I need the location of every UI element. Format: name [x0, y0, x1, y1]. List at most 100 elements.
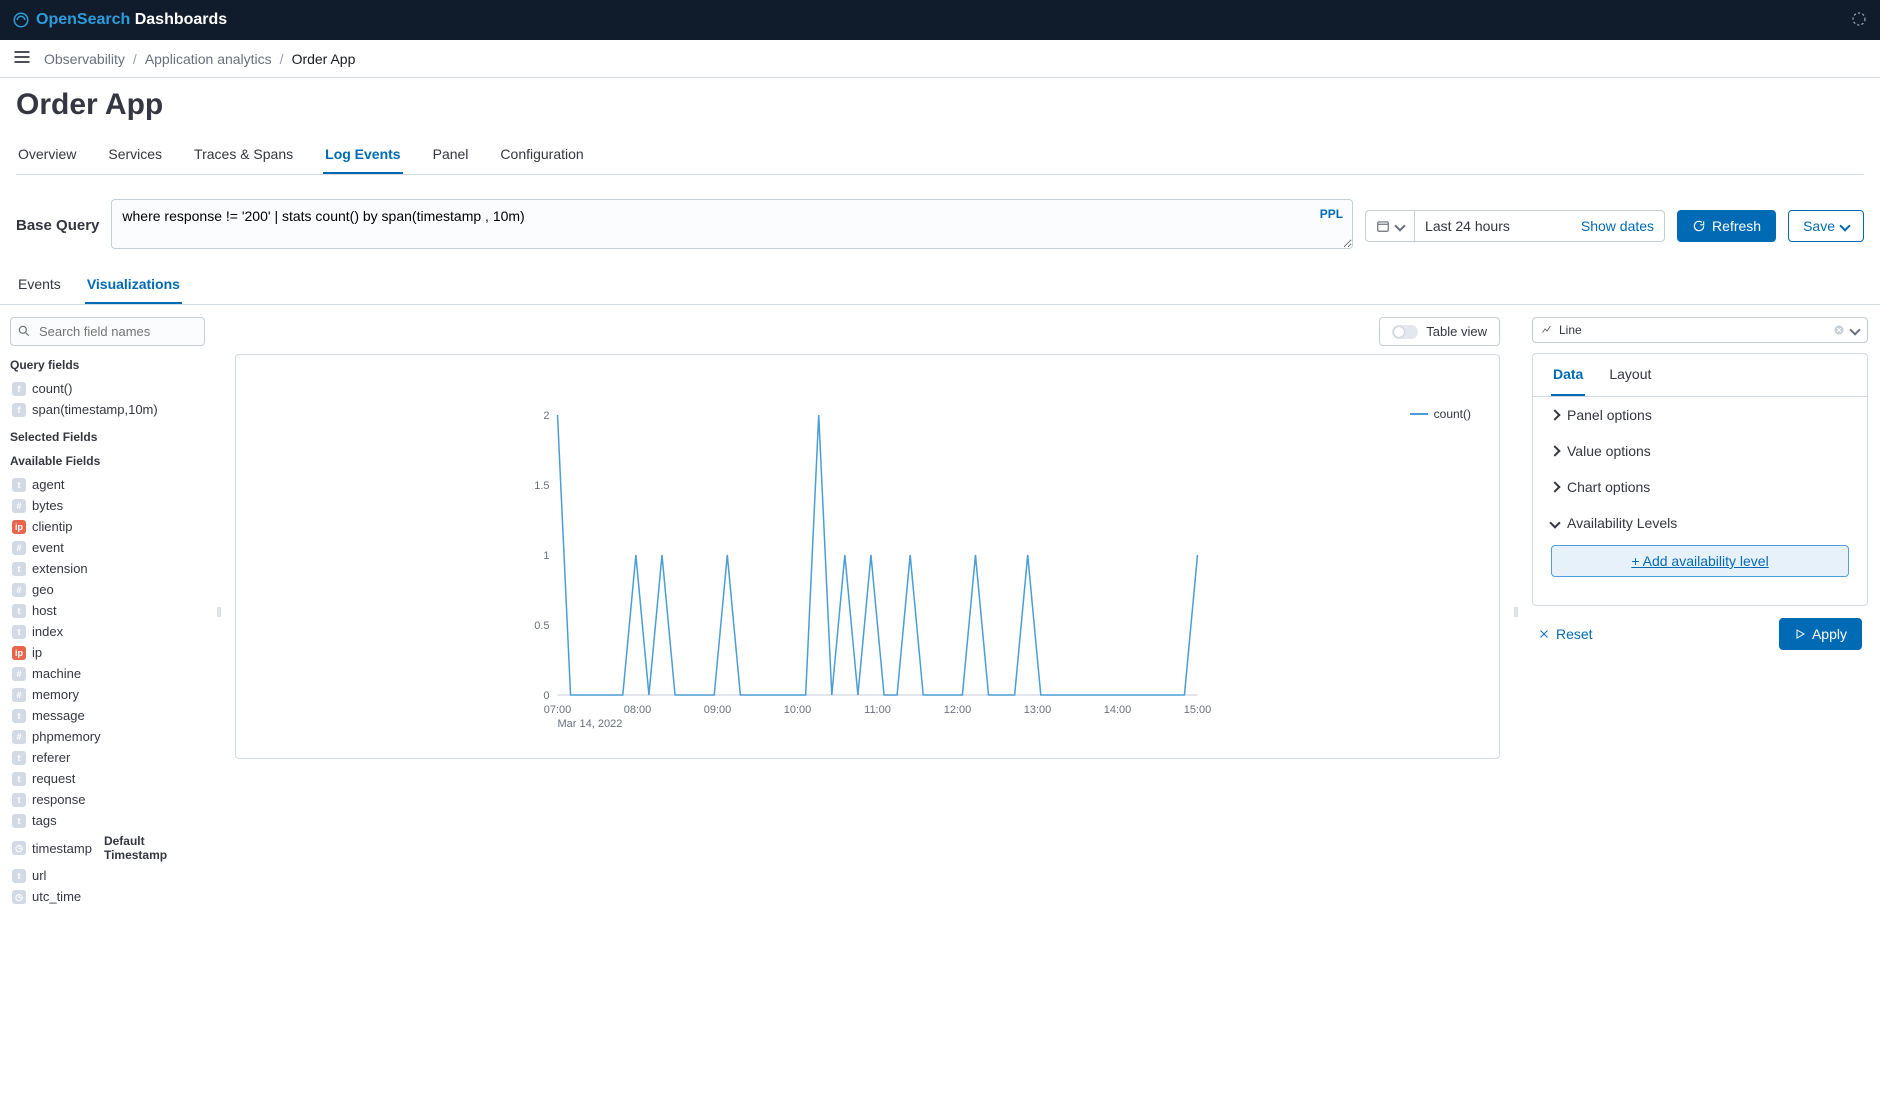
field-item[interactable]: #geo [10, 579, 205, 600]
accordion-availability-levels[interactable]: Availability Levels [1533, 505, 1867, 541]
chevron-down-icon [1839, 220, 1850, 231]
close-icon [1538, 628, 1550, 640]
subtab-events[interactable]: Events [16, 266, 63, 304]
query-lang-button[interactable]: PPL [1320, 207, 1343, 221]
selected-fields-header: Selected Fields [10, 430, 205, 444]
field-item[interactable]: ◷utc_time [10, 886, 205, 907]
sidebar-resize-handle[interactable]: ‖ [215, 305, 223, 919]
field-type-icon: t [12, 793, 26, 807]
field-type-icon: t [12, 478, 26, 492]
field-item[interactable]: #event [10, 537, 205, 558]
field-item[interactable]: tresponse [10, 789, 205, 810]
field-item[interactable]: ipclientip [10, 516, 205, 537]
field-item[interactable]: ◷timestampDefault Timestamp [10, 831, 205, 865]
field-item[interactable]: #memory [10, 684, 205, 705]
breadcrumb-item[interactable]: Observability [44, 51, 125, 67]
save-button[interactable]: Save [1788, 210, 1864, 242]
field-item[interactable]: ipip [10, 642, 205, 663]
svg-text:14:00: 14:00 [1104, 704, 1132, 716]
tab-services[interactable]: Services [106, 136, 164, 174]
config-tab-layout[interactable]: Layout [1607, 354, 1653, 396]
svg-text:0.5: 0.5 [534, 620, 549, 632]
time-range-input[interactable]: Last 24 hours Show dates [1415, 210, 1665, 242]
svg-text:1: 1 [543, 550, 549, 562]
refresh-button[interactable]: Refresh [1677, 210, 1776, 242]
field-type-icon: t [12, 625, 26, 639]
field-item[interactable]: tindex [10, 621, 205, 642]
default-timestamp-badge: Default Timestamp [104, 834, 203, 862]
tab-overview[interactable]: Overview [16, 136, 78, 174]
field-type-icon: # [12, 667, 26, 681]
tab-traces-spans[interactable]: Traces & Spans [192, 136, 295, 174]
apply-button[interactable]: Apply [1779, 618, 1862, 650]
config-tab-data[interactable]: Data [1551, 354, 1585, 396]
accordion-chart-options[interactable]: Chart options [1533, 469, 1867, 505]
chevron-icon [1549, 409, 1560, 420]
field-item[interactable]: turl [10, 865, 205, 886]
search-icon [17, 324, 31, 338]
query-field-item[interactable]: fcount() [10, 378, 205, 399]
opensearch-logo-icon [12, 11, 30, 29]
config-resize-handle[interactable]: ‖ [1512, 305, 1520, 919]
field-item[interactable]: textension [10, 558, 205, 579]
accordion-panel-options[interactable]: Panel options [1533, 397, 1867, 433]
field-search-input[interactable] [10, 317, 205, 346]
svg-text:11:00: 11:00 [864, 704, 891, 716]
config-panel: Line Data Layout Panel optionsValue optio… [1520, 305, 1880, 919]
field-item[interactable]: #phpmemory [10, 726, 205, 747]
tab-configuration[interactable]: Configuration [498, 136, 585, 174]
field-type-icon: ◷ [12, 841, 26, 855]
field-type-icon: t [12, 604, 26, 618]
add-availability-level-button[interactable]: + Add availability level [1551, 545, 1849, 577]
tab-panel[interactable]: Panel [431, 136, 471, 174]
clear-icon[interactable] [1833, 324, 1845, 336]
field-type-icon: ◷ [12, 890, 26, 904]
chevron-icon [1549, 481, 1560, 492]
field-item[interactable]: #bytes [10, 495, 205, 516]
field-item[interactable]: trequest [10, 768, 205, 789]
query-input[interactable]: where response != '200' | stats count() … [111, 199, 1353, 249]
help-icon[interactable] [1850, 10, 1868, 31]
svg-text:1.5: 1.5 [534, 480, 549, 492]
available-fields-header: Available Fields [10, 454, 205, 468]
svg-text:2: 2 [543, 410, 549, 422]
reset-button[interactable]: Reset [1538, 626, 1593, 642]
field-item[interactable]: thost [10, 600, 205, 621]
svg-text:10:00: 10:00 [784, 704, 812, 716]
svg-text:08:00: 08:00 [624, 704, 652, 716]
chart-type-select[interactable]: Line [1532, 317, 1868, 343]
field-item[interactable]: ttags [10, 810, 205, 831]
field-type-icon: t [12, 814, 26, 828]
nav-toggle-button[interactable] [12, 47, 32, 70]
svg-text:12:00: 12:00 [944, 704, 972, 716]
table-view-toggle[interactable]: Table view [1379, 317, 1500, 346]
svg-text:0: 0 [543, 690, 549, 702]
function-icon: f [12, 403, 26, 417]
svg-text:13:00: 13:00 [1024, 704, 1052, 716]
field-type-icon: # [12, 499, 26, 513]
breadcrumb-item[interactable]: Application analytics [145, 51, 272, 67]
refresh-icon [1692, 219, 1706, 233]
field-type-icon: # [12, 541, 26, 555]
field-item[interactable]: tagent [10, 474, 205, 495]
field-item[interactable]: tmessage [10, 705, 205, 726]
field-type-icon: t [12, 772, 26, 786]
show-dates-button[interactable]: Show dates [1581, 218, 1654, 234]
chevron-icon [1549, 517, 1560, 528]
svg-text:Mar 14, 2022: Mar 14, 2022 [558, 718, 623, 730]
query-label: Base Query [16, 217, 99, 234]
tab-log-events[interactable]: Log Events [323, 136, 402, 174]
chevron-down-icon [1394, 220, 1405, 231]
query-field-item[interactable]: fspan(timestamp,10m) [10, 399, 205, 420]
calendar-button[interactable] [1365, 210, 1415, 242]
subtab-visualizations[interactable]: Visualizations [85, 266, 182, 304]
field-item[interactable]: #machine [10, 663, 205, 684]
field-item[interactable]: treferer [10, 747, 205, 768]
field-type-icon: ip [12, 520, 26, 534]
brand-logo[interactable]: OpenSearch Dashboards [12, 11, 227, 29]
line-chart: 00.511.5207:0008:0009:0010:0011:0012:001… [260, 405, 1475, 735]
switch-icon [1392, 325, 1418, 339]
accordion-value-options[interactable]: Value options [1533, 433, 1867, 469]
chart-panel: count() 00.511.5207:0008:0009:0010:0011:… [235, 354, 1500, 759]
field-type-icon: t [12, 869, 26, 883]
